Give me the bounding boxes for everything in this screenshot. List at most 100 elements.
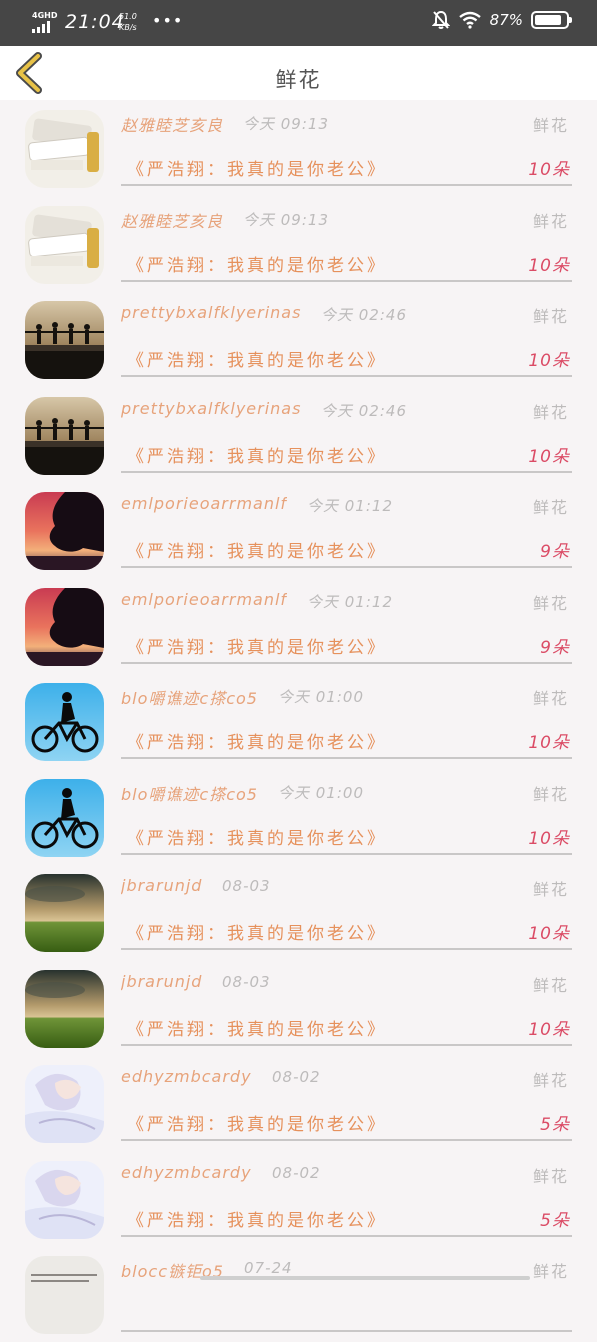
send-time: 今天 01:00 [278,783,364,802]
avatar[interactable] [25,587,104,666]
book-title[interactable]: 《严浩翔：我真的是你老公》 [127,537,387,562]
battery-icon [531,11,572,29]
list-item[interactable]: blo嚼谯迹c搽co5 今天 01:00 鲜花 《严浩翔：我真的是你老公》 10朵 [0,673,597,769]
divider [121,566,572,568]
book-title[interactable]: 《严浩翔：我真的是你老公》 [127,251,387,276]
avatar[interactable] [25,1065,104,1143]
avatar[interactable] [25,1160,104,1239]
flower-count: 10朵 [528,160,570,180]
avatar[interactable] [25,110,104,188]
send-time: 08-02 [272,1163,321,1182]
divider [121,184,572,186]
sender-name[interactable]: prettybxalfklyerinasp [121,399,301,418]
book-title[interactable]: 《严浩翔：我真的是你老公》 [127,1015,387,1040]
gift-type: 鲜花 [532,689,569,708]
list-item[interactable]: edhyzmbcardy 08-02 鲜花 《严浩翔：我真的是你老公》 5朵 [0,1151,597,1247]
send-time: 07-24 [244,1259,293,1277]
flower-count: 10朵 [528,733,570,753]
avatar[interactable] [25,1256,104,1334]
signal-icon [32,21,50,33]
flower-count: 10朵 [528,828,570,849]
book-title[interactable]: 《严浩翔：我真的是你老公》 [127,346,387,371]
gift-type: 鲜花 [532,975,569,995]
send-time: 08-02 [272,1068,321,1086]
wifi-icon [458,11,481,29]
send-time: 今天 09:13 [243,210,329,229]
flower-count: 10朵 [528,351,570,371]
book-title[interactable]: 《严浩翔：我真的是你老公》 [127,1110,387,1135]
list-item[interactable]: blocc镞钜o5 07-24 鲜花 [0,1246,597,1342]
send-time: 08-03 [222,972,271,991]
flower-count: 10朵 [528,924,570,944]
sender-name[interactable]: jbrarunjd [121,876,202,895]
sender-name[interactable]: blo嚼谯迹c搽co5 [121,685,258,709]
divider [121,661,572,664]
divider [121,470,572,473]
sender-name[interactable]: prettybxalfklyerinasp [121,303,301,322]
sender-name[interactable]: blo嚼谯迹c搽co5 [121,781,258,805]
list-item[interactable]: emlporieoarrmanlf 今天 01:12 鲜花 《严浩翔：我真的是你老公》… [0,482,597,578]
speed-value: 51.0 [119,12,137,21]
bell-muted-icon [431,10,450,29]
book-title[interactable]: 《严浩翔：我真的是你老公》 [127,824,387,849]
flower-count: 10朵 [528,1019,570,1040]
list-item[interactable]: 赵雅睦芝亥良 今天 09:13 鲜花 《严浩翔：我真的是你老公》 10朵 [0,100,597,196]
divider [121,375,572,377]
flower-count: 5朵 [540,1210,570,1231]
list-item[interactable]: blo嚼谯迹c搽co5 今天 01:00 鲜花 《严浩翔：我真的是你老公》 10朵 [0,769,597,865]
sender-name[interactable]: jbrarunjd [121,972,202,991]
gift-type: 鲜花 [532,307,569,326]
divider [121,1234,572,1237]
flower-count: 9朵 [540,542,570,562]
list-item[interactable]: prettybxalfklyerinasp 今天 02:46 鲜花《严浩翔：我真的是… [0,291,597,387]
flower-count: 10朵 [528,446,570,467]
nav-bar: 鲜花 [0,46,597,100]
book-title[interactable]: 《严浩翔：我真的是你老公》 [127,919,387,944]
flower-count: 10朵 [528,255,570,276]
list-item[interactable]: jbrarunjd 08-03 鲜花 《严浩翔：我真的是你老公》 10朵 [0,864,597,960]
flower-gift-list[interactable]: 赵雅睦芝亥良 今天 09:13 鲜花 《严浩翔：我真的是你老公》 10朵 赵雅睦芝亥良 今天… [0,100,597,1342]
send-time: 今天 02:46 [321,306,407,324]
book-title[interactable]: 《严浩翔：我真的是你老公》 [127,155,387,180]
sender-name[interactable]: 赵雅睦芝亥良 [121,112,223,136]
book-title[interactable]: 《严浩翔：我真的是你老公》 [127,1206,387,1231]
divider [121,1139,572,1141]
gift-type: 鲜花 [532,1262,569,1281]
gift-type: 鲜花 [532,1071,569,1090]
scroll-indicator [200,1276,530,1280]
sender-name[interactable]: 赵雅睦芝亥良 [121,208,223,232]
book-title[interactable]: 《严浩翔：我真的是你老公》 [127,633,387,658]
avatar[interactable] [25,683,104,761]
network-type: 4GHD [32,11,58,20]
sender-name[interactable]: edhyzmbcardy [121,1163,252,1182]
avatar[interactable] [25,778,104,857]
battery-nub [569,17,572,23]
page-title: 鲜花 [275,68,322,92]
list-item[interactable]: prettybxalfklyerinasp 今天 02:46 鲜花 《严浩翔：我真的是… [0,387,597,483]
avatar[interactable] [25,396,104,475]
gift-type: 鲜花 [532,116,569,135]
avatar[interactable] [25,874,104,952]
list-item[interactable]: 赵雅睦芝亥良 今天 09:13 鲜花 《严浩翔：我真的是你老公》 10朵 [0,196,597,292]
gift-type: 鲜花 [532,880,569,899]
avatar[interactable] [25,301,104,379]
gift-type: 鲜花 [532,402,569,422]
flower-count: 9朵 [540,637,570,658]
divider [121,948,572,950]
sender-name[interactable]: emlporieoarrmanlf [121,494,287,513]
network-speed: 51.0 KB/s [119,11,137,33]
avatar[interactable] [25,969,104,1048]
avatar[interactable] [25,492,104,570]
list-item[interactable]: emlporieoarrmanlf 今天 01:12 鲜花 《严浩翔：我真的是你老公》… [0,578,597,674]
avatar[interactable] [25,205,104,284]
send-time: 今天 01:12 [307,592,393,611]
gift-type: 鲜花 [532,498,569,517]
clock: 21:04 [65,11,125,33]
book-title[interactable]: 《严浩翔：我真的是你老公》 [127,728,387,753]
list-item[interactable]: edhyzmbcardy 08-02 鲜花 《严浩翔：我真的是你老公》 5朵 [0,1055,597,1151]
sender-name[interactable]: edhyzmbcardy [121,1067,252,1086]
sender-name[interactable]: emlporieoarrmanlf [121,590,287,609]
divider [121,757,572,759]
list-item[interactable]: jbrarunjd 08-03 鲜花《严浩翔：我真的是你老公》 10朵 [0,960,597,1056]
book-title[interactable]: 《严浩翔：我真的是你老公》 [127,442,387,467]
